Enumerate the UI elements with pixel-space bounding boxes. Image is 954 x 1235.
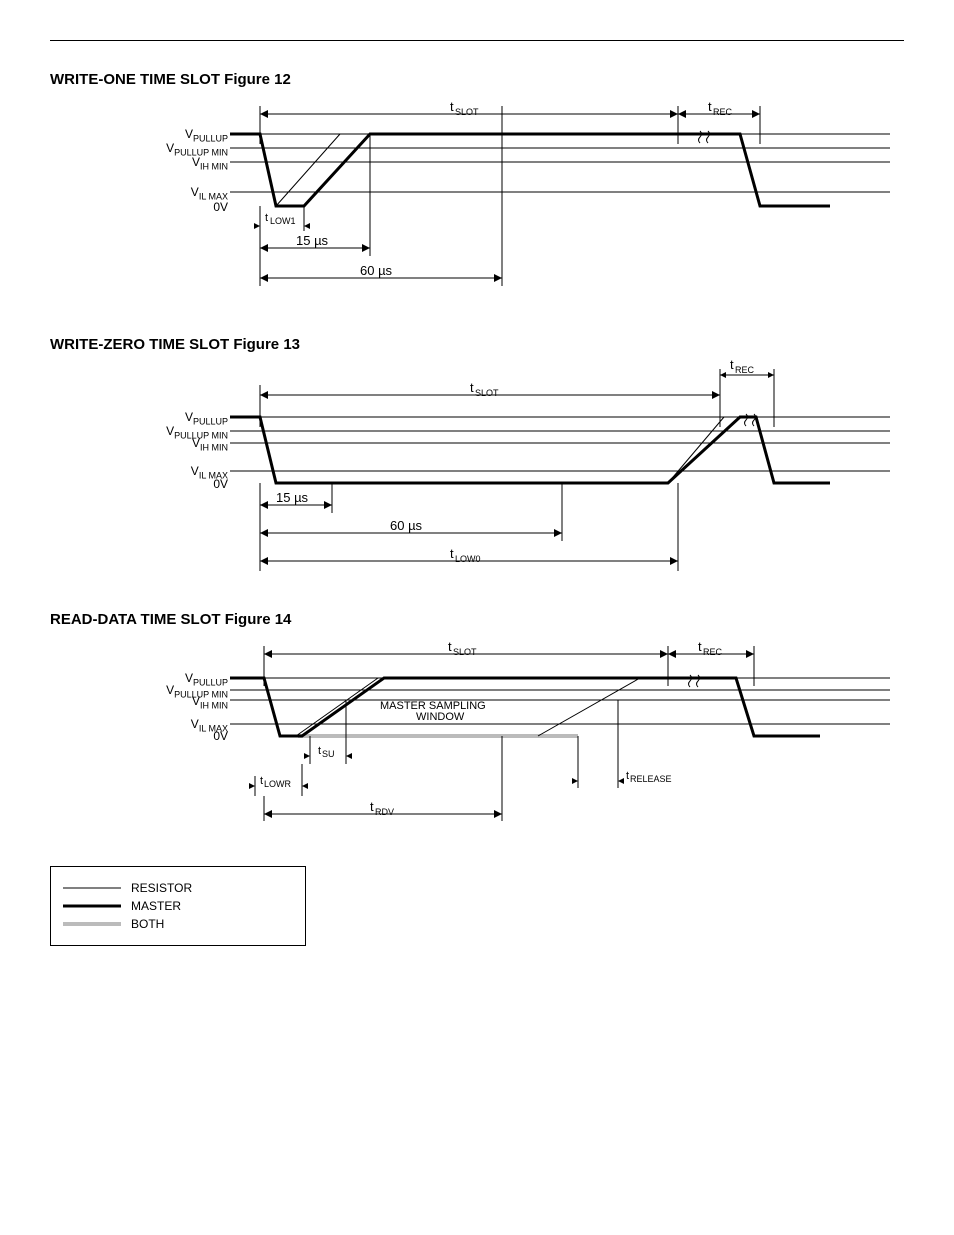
ylabel-vih-min: VIH MIN <box>192 156 228 171</box>
ylabel-vih-min: VIH MIN <box>192 437 228 452</box>
svg-text:15 µs: 15 µs <box>276 490 309 505</box>
svg-text:60 µs: 60 µs <box>390 518 423 533</box>
svg-text:REC: REC <box>735 365 755 375</box>
svg-text:t: t <box>370 799 374 814</box>
svg-text:t: t <box>265 212 268 224</box>
svg-text:LOWR: LOWR <box>264 779 292 789</box>
svg-text:WINDOW: WINDOW <box>416 711 465 723</box>
svg-text:SU: SU <box>322 749 335 759</box>
ylabel-0v: 0V <box>213 730 228 742</box>
svg-text:t: t <box>448 639 452 654</box>
svg-text:60 µs: 60 µs <box>360 263 393 278</box>
read-data-svg: MASTER SAMPLING WINDOW tSLOT tREC tSU tL… <box>60 636 890 846</box>
ylabel-vih-min: VIH MIN <box>192 695 228 710</box>
svg-text:t: t <box>450 99 454 114</box>
svg-text:t: t <box>730 357 734 372</box>
legend-resistor: RESISTOR <box>131 881 192 895</box>
write-zero-svg: tSLOT tREC 15 µs 60 µs tLOW0 <box>60 361 890 591</box>
svg-text:15 µs: 15 µs <box>296 233 329 248</box>
svg-text:RELEASE: RELEASE <box>630 774 672 784</box>
svg-text:t: t <box>260 775 263 787</box>
svg-text:REC: REC <box>703 647 723 657</box>
svg-text:t: t <box>450 546 454 561</box>
legend-master: MASTER <box>131 899 181 913</box>
svg-text:REC: REC <box>713 107 733 117</box>
svg-text:SLOT: SLOT <box>453 647 477 657</box>
figure-14-title: READ-DATA TIME SLOT Figure 14 <box>50 611 904 628</box>
write-zero-diagram: VPULLUP VPULLUP MIN VIH MIN VIL MAX 0V t… <box>60 361 890 591</box>
ylabel-0v: 0V <box>213 201 228 213</box>
figure-12-title: WRITE-ONE TIME SLOT Figure 12 <box>50 71 904 88</box>
svg-text:SLOT: SLOT <box>475 388 499 398</box>
svg-text:LOW1: LOW1 <box>270 216 296 226</box>
ylabel-0v: 0V <box>213 478 228 490</box>
read-data-diagram: VPULLUP VPULLUP MIN VIH MIN VIL MAX 0V M… <box>60 636 890 846</box>
svg-text:SLOT: SLOT <box>455 107 479 117</box>
svg-text:LOW0: LOW0 <box>455 554 481 564</box>
svg-text:t: t <box>470 380 474 395</box>
svg-text:t: t <box>698 639 702 654</box>
write-one-diagram: VPULLUP VPULLUP MIN VIH MIN VIL MAX 0V t… <box>60 96 890 316</box>
legend-both: BOTH <box>131 917 164 931</box>
svg-text:RDV: RDV <box>375 807 394 817</box>
legend-box: RESISTOR MASTER BOTH <box>50 866 306 946</box>
figure-13-title: WRITE-ZERO TIME SLOT Figure 13 <box>50 336 904 353</box>
svg-text:t: t <box>626 770 629 782</box>
svg-text:t: t <box>318 745 321 757</box>
svg-text:t: t <box>708 99 712 114</box>
